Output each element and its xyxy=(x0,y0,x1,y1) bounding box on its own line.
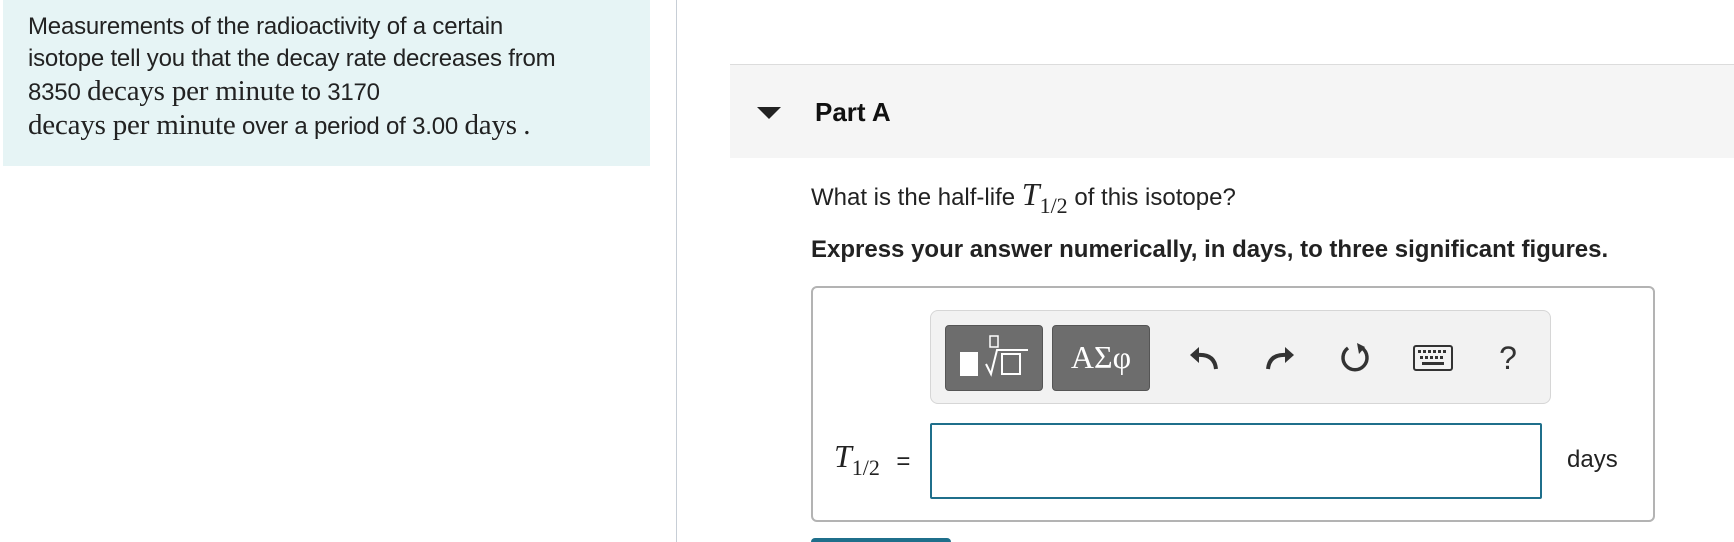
question-text: What is the half-life T1/2 of this isoto… xyxy=(811,176,1236,218)
keyboard-icon xyxy=(1413,345,1453,371)
rate-start-value: 8350 xyxy=(28,79,81,106)
problem-line-3: 8350 decays per minute to 3170 xyxy=(28,75,626,109)
end-punct: . xyxy=(523,109,531,141)
part-a-header[interactable]: Part A xyxy=(730,64,1734,158)
templates-button[interactable] xyxy=(945,325,1043,391)
answer-area: ΑΣφ ? T1/2 = days xyxy=(811,286,1655,522)
problem-line-4: decays per minute over a period of 3.00 … xyxy=(28,109,626,143)
column-divider xyxy=(676,0,677,542)
problem-line-2: isotope tell you that the decay rate dec… xyxy=(28,45,556,72)
redo-icon xyxy=(1266,347,1294,370)
greek-symbols-button[interactable]: ΑΣφ xyxy=(1052,325,1150,391)
period-text: over a period of 3.00 xyxy=(242,113,458,140)
answer-instruction: Express your answer numerically, in days… xyxy=(811,236,1609,263)
keyboard-button[interactable] xyxy=(1404,329,1462,387)
answer-subscript: 1/2 xyxy=(851,455,880,480)
rate-end-value: 3170 xyxy=(327,79,380,106)
half-life-symbol: T xyxy=(1021,176,1040,212)
problem-statement: Measurements of the radioactivity of a c… xyxy=(3,0,650,166)
rate-units-2: decays per minute xyxy=(28,109,236,141)
answer-input[interactable] xyxy=(930,423,1542,499)
undo-icon xyxy=(1190,347,1218,370)
part-title: Part A xyxy=(815,97,891,127)
equals-sign: = xyxy=(896,448,911,475)
greek-symbols-icon: ΑΣφ xyxy=(1070,339,1132,375)
redo-button[interactable] xyxy=(1251,329,1309,387)
answer-symbol: T xyxy=(834,438,852,474)
collapse-caret-icon[interactable] xyxy=(757,107,781,119)
templates-icon xyxy=(960,335,1028,377)
help-button[interactable]: ? xyxy=(1479,329,1537,387)
reset-icon xyxy=(1341,343,1369,372)
connector-to: to xyxy=(301,79,321,106)
rate-units-1: decays per minute xyxy=(87,75,295,107)
half-life-subscript: 1/2 xyxy=(1039,193,1068,218)
reset-button[interactable] xyxy=(1326,329,1384,387)
question-prefix: What is the half-life xyxy=(811,184,1016,211)
submit-button-edge[interactable] xyxy=(811,538,951,542)
help-icon: ? xyxy=(1499,339,1517,376)
problem-line-1: Measurements of the radioactivity of a c… xyxy=(28,13,504,40)
period-units: days xyxy=(464,109,517,141)
answer-label: T1/2 = xyxy=(834,438,911,480)
math-toolbar: ΑΣφ ? xyxy=(930,310,1551,404)
undo-button[interactable] xyxy=(1175,329,1233,387)
question-suffix: of this isotope? xyxy=(1074,184,1236,211)
answer-units: days xyxy=(1567,446,1618,473)
